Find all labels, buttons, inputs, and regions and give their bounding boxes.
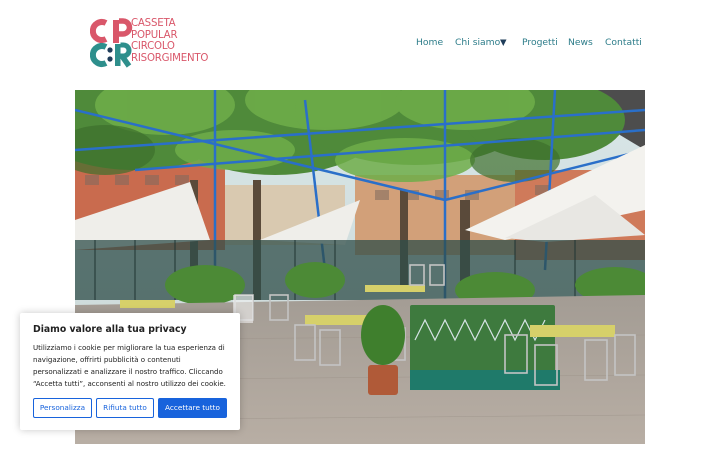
- accept-all-cookies-button[interactable]: Accettare tutto: [158, 398, 227, 418]
- cookie-banner-text: Utilizziamo i cookie per migliorare la t…: [33, 342, 231, 390]
- cookie-text-line: “Accetta tutti”, acconsenti al nostro ut…: [33, 379, 226, 388]
- customize-cookies-button[interactable]: Personalizza: [33, 398, 92, 418]
- nav-item-contatti[interactable]: Contatti: [605, 37, 642, 48]
- nav-item-home[interactable]: Home: [416, 37, 443, 48]
- nav-item-news[interactable]: News: [568, 37, 593, 48]
- main-nav: Home Chi siamo ▼ Progetti News Contatti: [0, 37, 720, 51]
- cookie-text-line: navigazione, offrirti pubblicità o conte…: [33, 355, 181, 364]
- logo-line: CASSETA: [131, 18, 176, 29]
- triangle-down-icon[interactable]: ▼: [500, 38, 507, 49]
- cookie-consent-banner: Diamo valore alla tua privacy Utilizziam…: [20, 313, 240, 430]
- nav-item-progetti[interactable]: Progetti: [522, 37, 558, 48]
- reject-all-cookies-button[interactable]: Rifiuta tutto: [96, 398, 154, 418]
- nav-item-chi-siamo[interactable]: Chi siamo: [455, 37, 500, 48]
- logo-line: RISORGIMENTO: [131, 52, 209, 64]
- page: CASSETA POPULAR CIRCOLO RISORGIMENTO Hom…: [0, 0, 720, 450]
- cookie-text-line: Utilizziamo i cookie per migliorare la t…: [33, 343, 225, 352]
- cookie-banner-title: Diamo valore alla tua privacy: [33, 324, 187, 335]
- cookie-text-line: personalizzati e analizzare il nostro tr…: [33, 367, 223, 376]
